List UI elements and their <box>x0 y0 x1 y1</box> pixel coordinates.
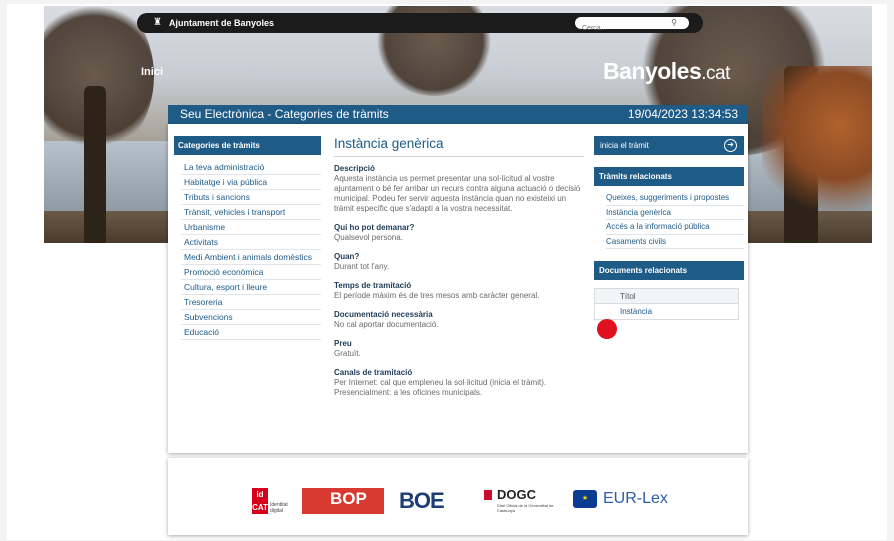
section-text: Aquesta instància us permet presentar un… <box>334 174 581 213</box>
section-heading: Temps de tramitació <box>334 281 412 290</box>
related-documents-table: Títol Instància <box>594 288 739 320</box>
sidebar-item[interactable]: Activitats <box>181 235 321 250</box>
dogc-text: DOGC <box>497 487 536 502</box>
section-channels: Canals de tramitació Per Internet: cal q… <box>334 368 584 398</box>
idcat-subtitle: Identitat digital <box>270 502 288 514</box>
coat-of-arms-icon: ♜ <box>153 17 162 28</box>
sidebar-item[interactable]: La teva administració <box>181 160 321 175</box>
section-processing-time: Temps de tramitació El període màxim és … <box>334 281 584 301</box>
nav-home-link[interactable]: Inici <box>141 66 163 78</box>
arrow-right-circle-icon: ➜ <box>724 139 737 152</box>
idcat-mark: id CAT <box>252 488 268 514</box>
search-icon[interactable]: ⚲ <box>671 17 677 29</box>
sidebar-item[interactable]: Educació <box>181 325 321 340</box>
section-heading: Quan? <box>334 252 360 261</box>
current-datetime: 19/04/2023 13:34:53 <box>627 107 738 121</box>
section-who: Qui ho pot demanar? Qualsevol persona. <box>334 223 584 243</box>
idcat-logo[interactable]: id CAT Identitat digital <box>252 488 292 514</box>
sidebar-item[interactable]: Trànsit, vehicles i transport <box>181 205 321 220</box>
related-procedures-list: Queixes, suggeriments i propostes Instàn… <box>594 191 744 249</box>
bop-logo[interactable]: BOP <box>302 488 384 514</box>
red-marker-dot <box>597 319 617 339</box>
start-procedure-button[interactable]: inicia el tràmit ➜ <box>594 136 744 155</box>
docs-column-header: Títol <box>595 289 738 304</box>
section-text: Qualsevol persona. <box>334 233 403 242</box>
dogc-subtitle: Diari Oficial de la Generalitat de Catal… <box>497 503 554 513</box>
section-description: Descripció Aquesta instància us permet p… <box>334 164 584 214</box>
org-name-link[interactable]: Ajuntament de Banyoles <box>169 13 274 33</box>
section-text: Durant tot l'any. <box>334 262 390 271</box>
boe-logo[interactable]: BOE <box>399 488 457 514</box>
related-procedure-link[interactable]: Instància genèrica <box>606 206 744 220</box>
title-bar: Seu Electrònica - Categories de tràmits … <box>168 105 748 124</box>
footer-logos: id CAT Identitat digital BOP BOE DOGC Di… <box>168 458 748 535</box>
brand-logo[interactable]: Banyoles.cat <box>603 58 730 85</box>
procedure-detail: Instància genèrica Descripció Aquesta in… <box>334 136 584 407</box>
sidebar-item[interactable]: Tributs i sancions <box>181 190 321 205</box>
top-bar: ♜ Ajuntament de Banyoles ⚲ <box>137 13 703 35</box>
section-when: Quan? Durant tot l'any. <box>334 252 584 272</box>
brand-suffix: .cat <box>701 63 730 84</box>
start-procedure-label: inicia el tràmit <box>600 141 649 150</box>
trunk-left <box>84 86 106 243</box>
section-heading: Canals de tramitació <box>334 368 413 377</box>
sidebar-item[interactable]: Tresoreria <box>181 295 321 310</box>
section-heading: Documentació necessària <box>334 310 433 319</box>
content-panel: Categories de tràmits La teva administra… <box>168 124 748 453</box>
section-heading: Preu <box>334 339 352 348</box>
section-text: No cal aportar documentació. <box>334 320 439 329</box>
sidebar-category-list: La teva administració Habitatge i via pú… <box>181 160 321 340</box>
section-price: Preu Gratuït. <box>334 339 584 359</box>
right-column: inicia el tràmit ➜ Tràmits relacionats Q… <box>594 136 744 320</box>
brand-main: Banyoles <box>603 58 702 84</box>
related-procedure-link[interactable]: Queixes, suggeriments i propostes <box>606 191 744 206</box>
section-text: El període màxim és de tres mesos amb ca… <box>334 291 540 300</box>
document-link[interactable]: Instància <box>595 304 738 319</box>
sidebar-heading: Categories de tràmits <box>174 136 321 155</box>
sidebar-item[interactable]: Cultura, esport i lleure <box>181 280 321 295</box>
eurlex-logo[interactable]: ★ EUR-Lex <box>573 488 669 514</box>
page: ♜ Ajuntament de Banyoles ⚲ Inici Banyole… <box>7 4 887 540</box>
section-heading: Descripció <box>334 164 375 173</box>
section-documentation: Documentació necessària No cal aportar d… <box>334 310 584 330</box>
dogc-mark-icon <box>484 490 492 500</box>
section-heading: Qui ho pot demanar? <box>334 223 415 232</box>
sidebar-item[interactable]: Subvencions <box>181 310 321 325</box>
search-input[interactable] <box>575 22 665 35</box>
section-text: Gratuït. <box>334 349 361 358</box>
related-documents-heading: Documents relacionats <box>594 261 744 280</box>
procedure-title: Instància genèrica <box>334 136 584 157</box>
eurlex-text: EUR-Lex <box>603 490 668 507</box>
search-box: ⚲ <box>575 17 689 35</box>
eu-flag-icon: ★ <box>573 490 597 508</box>
sidebar-item[interactable]: Urbanisme <box>181 220 321 235</box>
related-procedure-link[interactable]: Accés a la informació pública <box>606 220 744 235</box>
autumn-foliage <box>762 66 872 216</box>
sidebar-item[interactable]: Medi Ambient i animals domèstics <box>181 250 321 265</box>
related-procedure-link[interactable]: Casaments civils <box>606 235 744 249</box>
section-text: Per Internet: cal que empleneu la sol·li… <box>334 378 547 397</box>
related-procedures-heading: Tràmits relacionats <box>594 167 744 186</box>
bop-text: BOP <box>330 489 367 508</box>
dogc-logo[interactable]: DOGC Diari Oficial de la Generalitat de … <box>484 488 554 514</box>
page-section-title: Seu Electrònica - Categories de tràmits <box>180 107 389 121</box>
sidebar-item[interactable]: Promoció econòmica <box>181 265 321 280</box>
sidebar-item[interactable]: Habitatge i via pública <box>181 175 321 190</box>
